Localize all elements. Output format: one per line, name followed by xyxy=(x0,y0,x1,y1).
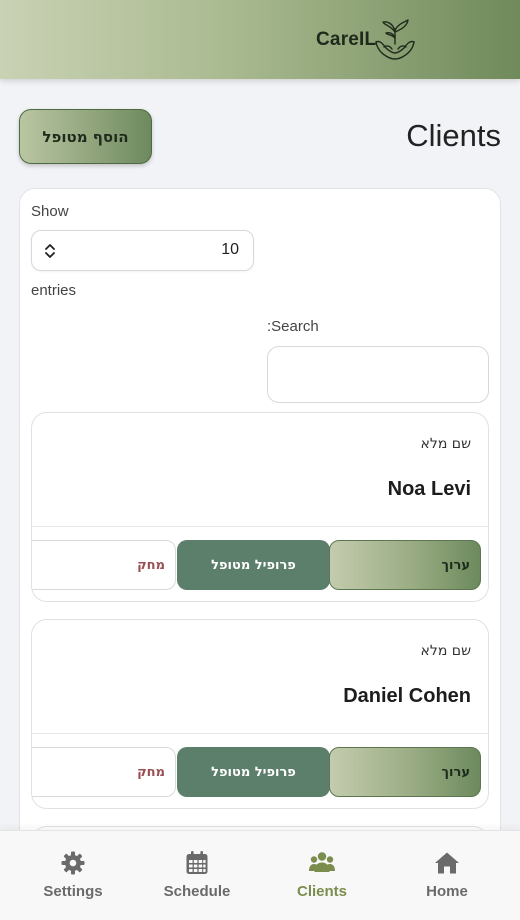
nav-label-home: Home xyxy=(426,883,468,900)
client-profile-button[interactable]: פרופיל מטופל xyxy=(177,747,330,797)
show-label: Show xyxy=(31,203,69,220)
entries-select[interactable]: 10 xyxy=(31,230,254,271)
add-client-button[interactable]: הוסף מטופל xyxy=(19,109,152,164)
full-name-label: שם מלא xyxy=(420,643,471,659)
client-name: Daniel Cohen xyxy=(343,685,471,707)
hands-plant-icon xyxy=(375,19,416,60)
full-name-label: שם מלא xyxy=(420,436,471,452)
client-card: שם מלא Noa Levi מחק פרופיל מטופל ערוך xyxy=(31,412,489,602)
chevron-up-down-icon xyxy=(45,244,55,258)
nav-label-clients: Clients xyxy=(296,883,347,900)
entries-value: 10 xyxy=(221,241,239,258)
brand-logo[interactable]: CareIL xyxy=(316,18,418,62)
client-card: שם מלא Daniel Cohen מחק פרופיל מטופל ערו… xyxy=(31,619,489,809)
search-label: :Search xyxy=(267,318,319,335)
nav-item-schedule[interactable]: Schedule xyxy=(132,831,262,920)
nav-item-clients[interactable]: Clients xyxy=(257,831,387,920)
app-header: CareIL xyxy=(0,0,520,79)
home-icon xyxy=(435,852,459,874)
entries-label: entries xyxy=(31,282,77,299)
nav-item-settings[interactable]: Settings xyxy=(8,831,138,920)
users-icon xyxy=(309,852,335,872)
bottom-nav: Settings Schedule Clients Home xyxy=(0,830,520,920)
search-input[interactable] xyxy=(267,346,489,403)
client-name: Noa Levi xyxy=(387,478,471,500)
client-profile-button[interactable]: פרופיל מטופל xyxy=(177,540,330,590)
card-divider xyxy=(32,526,488,527)
nav-label-schedule: Schedule xyxy=(163,883,231,900)
brand-name: CareIL xyxy=(316,29,377,50)
nav-label-settings: Settings xyxy=(43,883,103,900)
card-divider xyxy=(32,733,488,734)
gear-icon xyxy=(61,851,85,875)
nav-item-home[interactable]: Home xyxy=(382,831,512,920)
edit-button[interactable]: ערוך xyxy=(329,747,481,797)
delete-button[interactable]: מחק xyxy=(32,540,176,590)
edit-button[interactable]: ערוך xyxy=(329,540,481,590)
page-title: Clients xyxy=(406,118,501,153)
calendar-icon xyxy=(186,851,208,874)
delete-button[interactable]: מחק xyxy=(32,747,176,797)
